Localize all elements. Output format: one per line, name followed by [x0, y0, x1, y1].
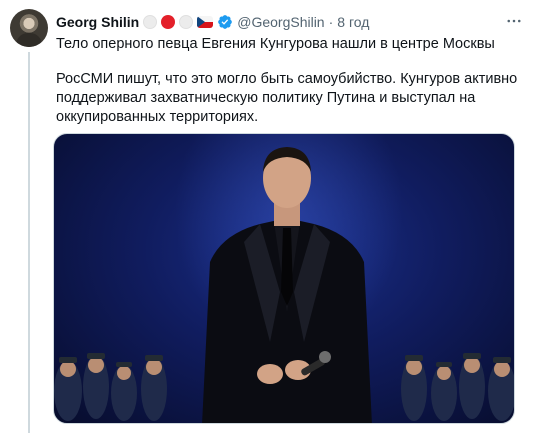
- czech-flag-icon: [197, 16, 214, 28]
- more-options-icon[interactable]: [503, 10, 525, 32]
- tweet[interactable]: Georg Shilin @GeorgShilin · 8 год Тело о…: [0, 0, 534, 433]
- avatar[interactable]: [10, 9, 48, 47]
- separator-dot: ·: [328, 14, 334, 30]
- author-name[interactable]: Georg Shilin: [56, 14, 139, 30]
- red-circle-emoji-icon: [161, 15, 176, 29]
- tweet-text: Тело оперного певца Евгения Кунгурова на…: [56, 35, 526, 127]
- thread-line: [28, 52, 30, 433]
- tweet-header: Georg Shilin @GeorgShilin · 8 год: [56, 12, 369, 32]
- tweet-media-image[interactable]: [53, 133, 515, 424]
- white-circle-emoji-icon: [179, 15, 194, 29]
- singer-figure: [202, 147, 372, 423]
- tweet-text-line: оккупированных территориях.: [56, 109, 259, 125]
- tweet-timestamp[interactable]: 8 год: [337, 14, 369, 30]
- tweet-text-line: РосСМИ пишут, что это могло быть самоуби…: [56, 71, 518, 87]
- white-circle-emoji-icon: [143, 15, 158, 29]
- author-handle[interactable]: @GeorgShilin: [237, 14, 324, 30]
- tweet-text-line: Тело оперного певца Евгения Кунгурова на…: [56, 36, 495, 52]
- tweet-text-line: поддерживал захватническую политику Пути…: [56, 90, 476, 106]
- verified-badge-icon: [218, 15, 233, 29]
